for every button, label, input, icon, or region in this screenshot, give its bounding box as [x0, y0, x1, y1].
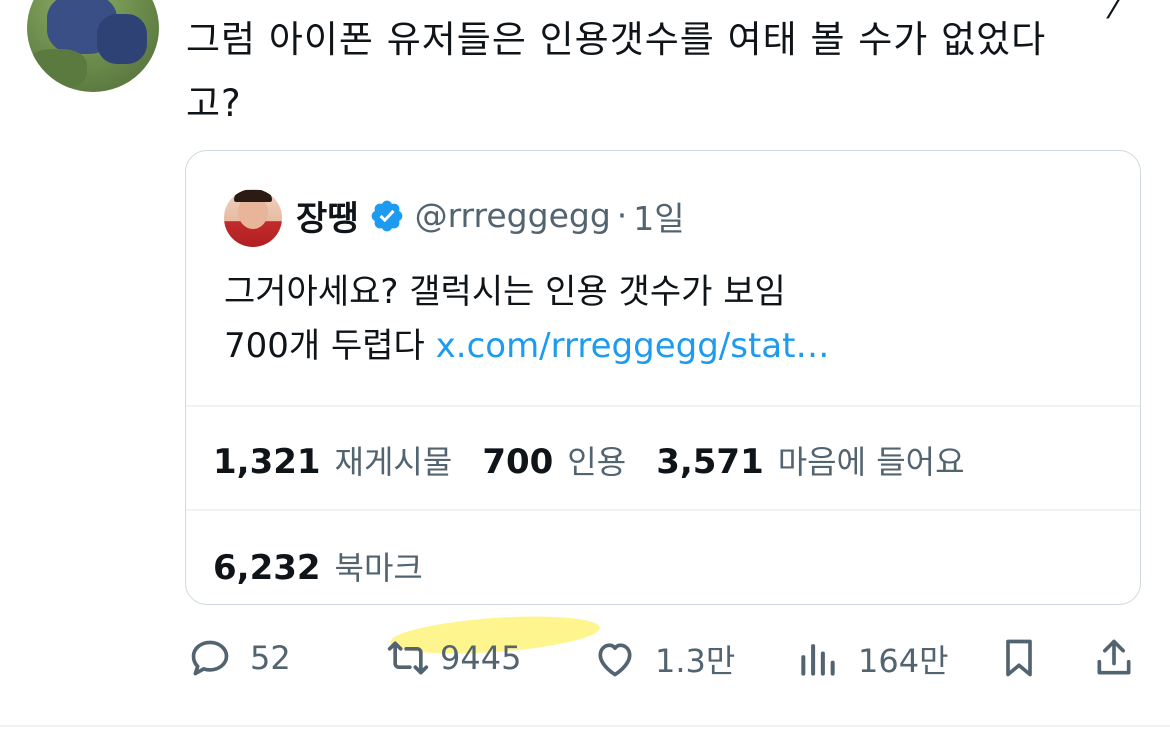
quoted-user-name[interactable]: 장땡 — [296, 191, 359, 240]
quoted-text-line-2-prefix: 700개 두렵다 — [224, 326, 436, 366]
quotes-stat-label[interactable]: 인용 — [567, 437, 626, 483]
analytics-icon — [801, 644, 835, 676]
tweet-text-line-1: 그럼 아이폰 유저들은 인용갯수를 여태 볼 수가 없었다 — [186, 18, 1047, 61]
quoted-user-handle[interactable]: @rrreggegg — [415, 196, 611, 235]
quoted-text-line-2: 700개 두렵다 x.com/rrreggegg/stat… — [224, 319, 1104, 373]
bottom-divider — [0, 725, 1170, 727]
like-button[interactable]: 1.3만 — [593, 636, 735, 682]
share-button[interactable] — [1092, 636, 1136, 680]
quoted-tweet-card[interactable]: 장땡 @rrreggegg · 1일 그거아세요? 갤럭시는 인용 갯수가 보임… — [185, 150, 1141, 605]
reposts-stat-count[interactable]: 1,321 — [213, 442, 321, 482]
likes-stat-count[interactable]: 3,571 — [656, 442, 764, 482]
quoted-text-line-1: 그거아세요? 갤럭시는 인용 갯수가 보임 — [224, 272, 786, 312]
repost-count: 9445 — [440, 639, 522, 677]
separator-dot: · — [616, 196, 628, 235]
repost-button[interactable]: 9445 — [386, 636, 521, 680]
reposts-stat-label[interactable]: 재게시물 — [335, 437, 453, 483]
tweet-text: 그럼 아이폰 유저들은 인용갯수를 여태 볼 수가 없었다 고? — [186, 8, 1146, 136]
user-avatar[interactable] — [27, 0, 159, 92]
quotes-stat-count[interactable]: 700 — [482, 442, 553, 482]
bookmarks-stat-label[interactable]: 북마크 — [335, 543, 423, 589]
reply-icon — [191, 640, 229, 676]
tweet-text-line-2: 고? — [186, 82, 242, 125]
stats-divider-top — [186, 405, 1140, 407]
bookmark-button[interactable] — [997, 636, 1041, 680]
quoted-user-avatar[interactable] — [224, 189, 282, 247]
stats-divider-middle — [186, 509, 1140, 511]
quoted-tweet-link[interactable]: x.com/rrreggegg/stat… — [436, 326, 830, 366]
bookmarks-stat-count[interactable]: 6,232 — [213, 548, 321, 588]
heart-icon — [598, 643, 632, 677]
quoted-tweet-time[interactable]: 1일 — [633, 192, 684, 240]
likes-stat-label[interactable]: 마음에 들어요 — [778, 437, 965, 483]
repost-icon — [387, 641, 429, 675]
like-count: 1.3만 — [655, 642, 736, 680]
share-icon — [1097, 639, 1131, 675]
bookmark-icon — [1006, 639, 1032, 677]
stats-row-2: 6,232 북마크 — [213, 543, 453, 589]
quoted-tweet-header: 장땡 @rrreggegg · 1일 — [296, 191, 685, 240]
quoted-tweet-text: 그거아세요? 갤럭시는 인용 갯수가 보임 700개 두렵다 x.com/rrr… — [224, 265, 1104, 373]
verified-badge-icon — [371, 200, 402, 231]
stats-row-1: 1,321 재게시물 700 인용 3,571 마음에 들어요 — [213, 437, 995, 483]
reply-button[interactable]: 52 — [188, 636, 291, 680]
views-button[interactable]: 164만 — [796, 636, 949, 682]
views-count: 164만 — [858, 642, 949, 680]
reply-count: 52 — [250, 639, 291, 677]
